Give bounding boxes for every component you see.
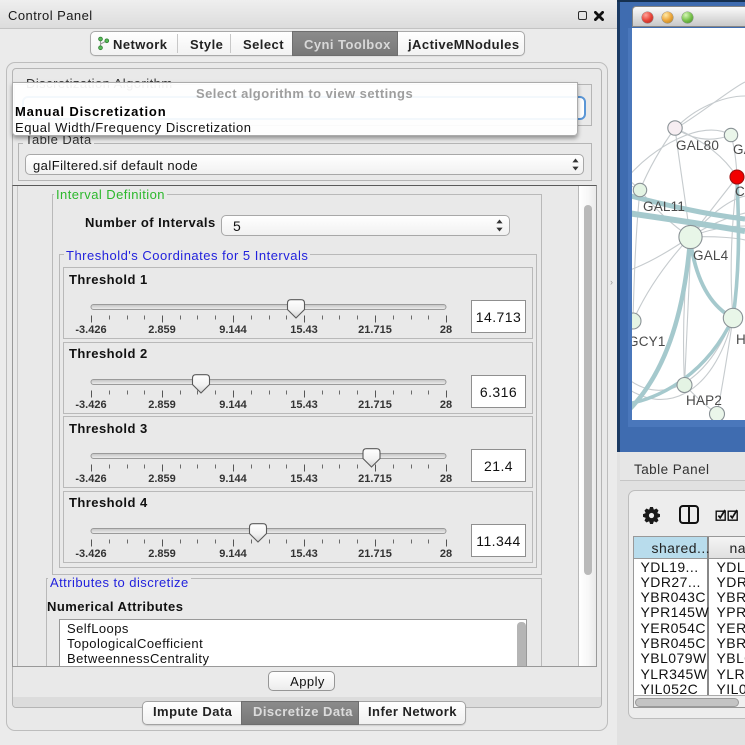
svg-text:-3.426: -3.426 [75,473,106,485]
svg-text:GAL80: GAL80 [676,138,719,153]
svg-text:C: C [735,184,745,199]
svg-text:9.144: 9.144 [219,399,247,411]
svg-text:9.144: 9.144 [219,324,247,336]
svg-text:-3.426: -3.426 [75,548,106,560]
svg-text:28: 28 [440,324,452,336]
svg-text:GAL4: GAL4 [693,248,729,263]
svg-text:GA: GA [733,142,745,157]
svg-text:GAL11: GAL11 [643,199,685,214]
svg-text:15.43: 15.43 [290,324,318,336]
svg-text:H: H [736,332,745,347]
svg-text:28: 28 [440,399,452,411]
svg-text:21.715: 21.715 [358,548,392,560]
svg-text:GCY1: GCY1 [632,334,666,349]
svg-text:28: 28 [440,473,452,485]
svg-text:15.43: 15.43 [290,473,318,485]
svg-text:2.859: 2.859 [148,399,176,411]
svg-text:HAP2: HAP2 [686,393,722,408]
svg-text:2.859: 2.859 [148,548,176,560]
svg-text:9.144: 9.144 [219,473,247,485]
svg-text:21.715: 21.715 [358,324,392,336]
svg-text:28: 28 [440,548,452,560]
svg-text:2.859: 2.859 [148,473,176,485]
svg-text:15.43: 15.43 [290,548,318,560]
svg-text:21.715: 21.715 [358,473,392,485]
svg-text:15.43: 15.43 [290,399,318,411]
svg-text:-3.426: -3.426 [75,324,106,336]
svg-text:-3.426: -3.426 [75,399,106,411]
svg-text:21.715: 21.715 [358,399,392,411]
svg-text:9.144: 9.144 [219,548,247,560]
svg-text:2.859: 2.859 [148,324,176,336]
